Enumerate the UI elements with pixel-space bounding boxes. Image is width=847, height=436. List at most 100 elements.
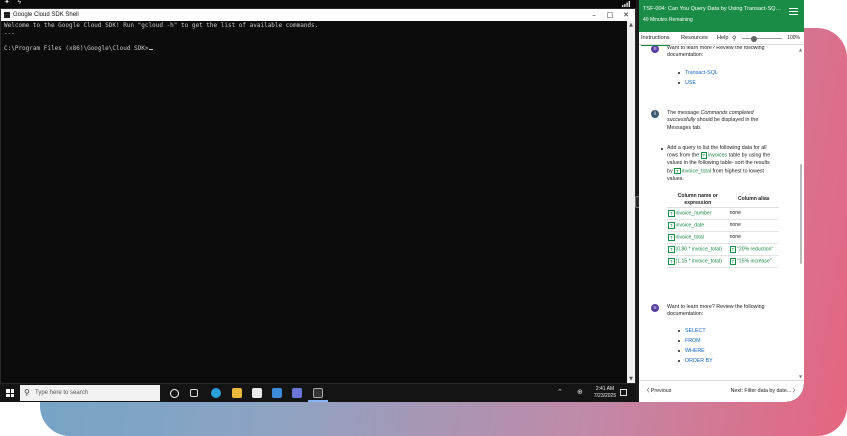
windows-start-icon[interactable]	[6, 389, 14, 397]
store-icon[interactable]	[252, 388, 262, 398]
copy-text-icon[interactable]: T	[668, 246, 675, 253]
chevron-right-icon: 〉	[791, 388, 798, 394]
scroll-down-arrow-icon[interactable]: ▼	[628, 376, 634, 382]
notification-icon[interactable]	[620, 389, 627, 396]
lab-timer: 40 Minutes Remaining	[643, 17, 693, 23]
previous-button[interactable]: 〈 Previous	[644, 381, 671, 401]
terminal-window[interactable]: Google Cloud SDK Shell – □ ✕ Welcome to …	[0, 8, 636, 384]
instructions-content: ≡ Want to learn more? Review the followi…	[639, 46, 797, 380]
expression-text[interactable]: (1.15 * invoice_total)	[676, 259, 722, 265]
close-button[interactable]: ✕	[619, 9, 633, 21]
table-cell-alias: T "15% increase"	[728, 255, 779, 269]
learn-more-note: ≡ Want to learn more? Review the followi…	[651, 46, 772, 60]
instructions-panel: TSF-004: Can You Query Data by Using Tra…	[639, 0, 804, 402]
cortana-icon[interactable]	[170, 388, 179, 398]
table-header-row: Column name or expression Column alias	[667, 192, 779, 208]
tab-instructions[interactable]: Instructions	[641, 32, 670, 46]
doc-link-where[interactable]: WHERE	[678, 346, 713, 356]
info-icon: i	[651, 110, 659, 118]
copy-text-icon[interactable]: T	[729, 246, 737, 253]
tab-resources[interactable]: Resources	[681, 32, 708, 45]
panel-scrollbar[interactable]: ▲ ▼	[798, 46, 803, 380]
expression-text[interactable]: invoice_date	[676, 223, 705, 229]
clock-date: 7/23/2025	[593, 393, 617, 399]
table-cell-alias: none	[728, 207, 779, 221]
table-header: Column name or expression	[667, 192, 729, 208]
system-clock[interactable]: 2:41 AM 7/23/2025	[589, 386, 621, 400]
zoom-slider-knob[interactable]	[751, 35, 757, 42]
mail-icon[interactable]	[272, 388, 282, 398]
copy-text-icon[interactable]: T	[668, 258, 675, 265]
hamburger-menu-icon[interactable]	[789, 8, 798, 15]
tray-chevron-up-icon[interactable]: ⌃	[557, 388, 563, 396]
active-app-indicator	[308, 400, 328, 402]
table-row: T (0.80 * invoice_total) T "20% reduction"	[667, 243, 779, 257]
task-sort-column[interactable]: invoice_total	[682, 168, 711, 174]
scroll-down-arrow-icon[interactable]: ▼	[798, 374, 803, 379]
copy-text-icon[interactable]: T	[700, 152, 708, 159]
terminal-taskbar-icon[interactable]	[313, 388, 323, 398]
doc-link-order-by[interactable]: ORDER BY	[678, 356, 713, 366]
scrollbar-thumb[interactable]	[799, 164, 802, 264]
next-button[interactable]: Next: Filter data by date... 〉	[731, 381, 798, 401]
signal-icon	[622, 1, 630, 7]
lightning-icon[interactable]: ϟ	[17, 0, 22, 6]
file-explorer-icon[interactable]	[232, 388, 242, 398]
tab-help[interactable]: Help	[717, 32, 729, 45]
doc-links: SELECT FROM WHERE ORDER BY	[678, 326, 713, 366]
previous-label: Previous	[650, 388, 672, 394]
task-step: Add a query to list the following data f…	[661, 145, 775, 183]
expression-text[interactable]: invoice_total	[676, 235, 704, 241]
lab-title: TSF-004: Can You Query Data by Using Tra…	[643, 6, 783, 12]
terminal-prompt: C:\Program Files (x86)\Google\Cloud SDK>	[4, 44, 149, 52]
stage: ✦ ϟ Google Cloud SDK Shell – □ ✕ Welcome…	[0, 0, 847, 436]
copy-text-icon[interactable]: T	[729, 258, 737, 265]
expression-text[interactable]: invoice_number	[676, 211, 712, 217]
zoom-magnifier-icon[interactable]: ⚲	[732, 32, 736, 45]
doc-link-select[interactable]: SELECT	[678, 326, 713, 336]
panel-header: TSF-004: Can You Query Data by Using Tra…	[639, 0, 804, 32]
copy-text-icon[interactable]: T	[668, 210, 675, 217]
table-cell-alias: T "20% reduction"	[728, 243, 779, 257]
table-cell-alias: none	[728, 231, 779, 245]
learn-more-text: Want to learn more? Review the following…	[667, 304, 765, 318]
sql-management-studio-icon[interactable]	[292, 388, 302, 398]
task-table-name[interactable]: invoices	[708, 153, 727, 159]
learn-more-text: Want to learn more? Review the following…	[667, 46, 765, 59]
terminal-titlebar[interactable]: Google Cloud SDK Shell – □ ✕	[1, 9, 635, 21]
panel-footer: 〈 Previous Next: Filter data by date... …	[639, 380, 804, 402]
terminal-cursor	[148, 48, 153, 50]
doc-link-use[interactable]: USE	[678, 78, 718, 88]
copy-text-icon[interactable]: T	[668, 222, 675, 229]
search-icon: ⚲	[24, 388, 30, 397]
table-cell-alias: none	[728, 219, 779, 233]
terminal-prompt-line[interactable]: C:\Program Files (x86)\Google\Cloud SDK>	[4, 45, 625, 53]
minimize-button[interactable]: –	[587, 9, 601, 21]
network-icon[interactable]: ⊕	[577, 388, 583, 396]
expression-text[interactable]: (0.80 * invoice_total)	[676, 247, 722, 253]
task-view-icon[interactable]	[190, 389, 198, 397]
column-table: Column name or expression Column alias T…	[667, 192, 779, 269]
copy-text-icon[interactable]: T	[668, 234, 675, 241]
alias-text[interactable]: "15% increase"	[737, 259, 771, 265]
info-note-pre: The message	[667, 110, 701, 116]
zoom-slider-track[interactable]	[742, 38, 782, 39]
scroll-up-arrow-icon[interactable]: ▲	[628, 22, 634, 28]
taskbar-search-box[interactable]: ⚲ Type here to search	[20, 385, 160, 401]
terminal-output[interactable]: Welcome to the Google Cloud SDK! Run "gc…	[4, 22, 625, 383]
terminal-title: Google Cloud SDK Shell	[13, 12, 79, 18]
alias-text[interactable]: "20% reduction"	[737, 247, 773, 253]
scroll-up-arrow-icon[interactable]: ▲	[798, 47, 803, 52]
panel-tabbar: Instructions Resources Help ⚲ 100%	[639, 32, 804, 46]
copy-text-icon[interactable]: T	[674, 167, 681, 175]
doc-link-from[interactable]: FROM	[678, 336, 713, 346]
info-note: i The message Commands completed success…	[651, 110, 772, 132]
edge-browser-icon[interactable]	[211, 388, 221, 398]
vm-screen: ✦ ϟ Google Cloud SDK Shell – □ ✕ Welcome…	[0, 0, 804, 402]
terminal-scrollbar[interactable]: ▲ ▼	[627, 21, 635, 383]
pin-icon[interactable]: ✦	[4, 0, 10, 6]
doc-links: Transact-SQL USE	[678, 68, 718, 88]
doc-link-transact-sql[interactable]: Transact-SQL	[678, 68, 718, 78]
maximize-button[interactable]: □	[603, 9, 617, 21]
